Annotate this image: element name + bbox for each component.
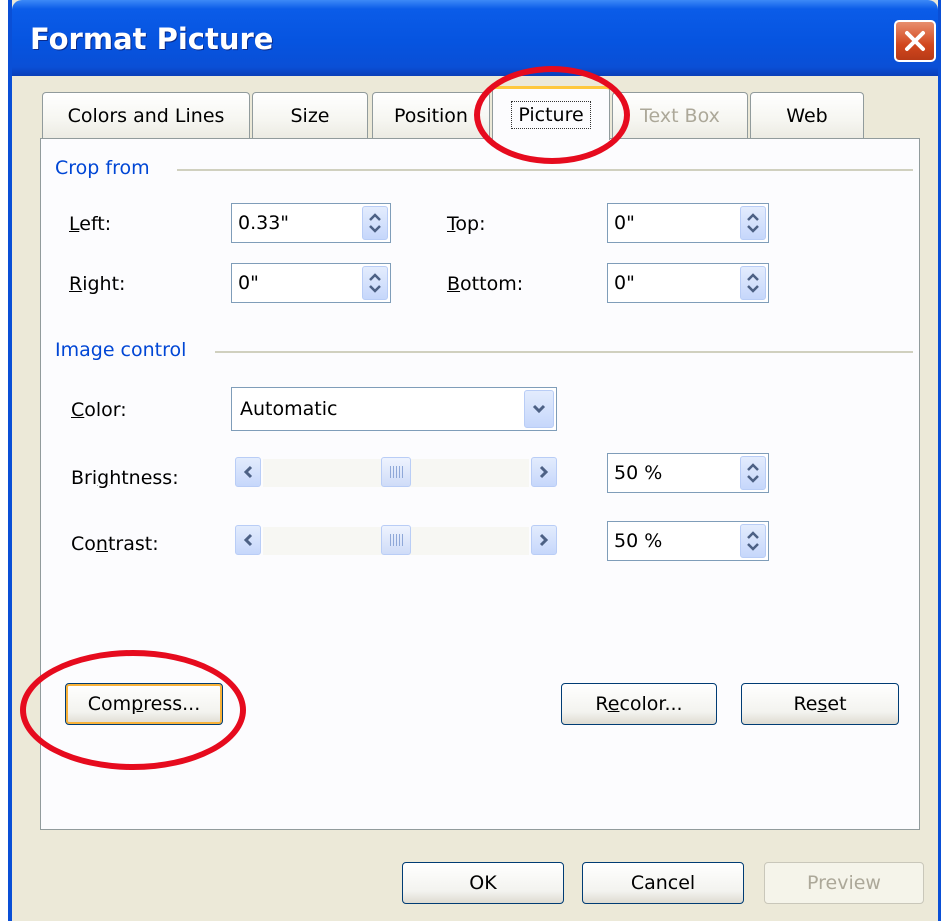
- tab-text-box: Text Box: [612, 92, 748, 138]
- crop-from-group-label: Crop from: [55, 157, 150, 179]
- color-dropdown[interactable]: Automatic: [231, 387, 557, 431]
- crop-top-value: 0": [614, 212, 635, 234]
- crop-left-label: Left:: [69, 213, 112, 235]
- close-icon: [905, 31, 925, 51]
- spin-up-icon: [747, 463, 759, 471]
- crop-right-spinner[interactable]: 0": [231, 263, 391, 303]
- spin-up-icon: [369, 273, 381, 281]
- spin-down-icon: [747, 475, 759, 483]
- spin-down-icon: [747, 285, 759, 293]
- brightness-decrease-button[interactable]: [235, 457, 261, 487]
- color-label: Color:: [71, 399, 127, 421]
- crop-top-spin-arrows[interactable]: [740, 206, 766, 240]
- compress-button[interactable]: Compress...: [65, 683, 223, 725]
- crop-left-value: 0.33": [238, 212, 290, 234]
- brightness-label: Brightness:: [71, 467, 179, 489]
- spin-up-icon: [747, 531, 759, 539]
- chevron-down-icon: [532, 404, 546, 414]
- color-dropdown-button[interactable]: [524, 390, 554, 428]
- crop-right-spin-arrows[interactable]: [362, 266, 388, 300]
- contrast-spinner[interactable]: 50 %: [607, 521, 769, 561]
- crop-right-label: Right:: [69, 273, 126, 295]
- format-picture-dialog: Format Picture Colors and Lines Size Pos…: [8, 0, 941, 921]
- spin-up-icon: [369, 213, 381, 221]
- title-bar[interactable]: Format Picture: [12, 0, 938, 76]
- brightness-spinner[interactable]: 50 %: [607, 453, 769, 493]
- reset-button[interactable]: Reset: [741, 683, 899, 725]
- spin-down-icon: [747, 543, 759, 551]
- crop-top-spinner[interactable]: 0": [607, 203, 769, 243]
- crop-from-divider: [177, 169, 913, 171]
- chevron-left-icon: [243, 465, 253, 479]
- crop-bottom-spin-arrows[interactable]: [740, 266, 766, 300]
- crop-left-spinner[interactable]: 0.33": [231, 203, 391, 243]
- crop-top-label: Top:: [447, 213, 486, 235]
- chevron-right-icon: [539, 465, 549, 479]
- tab-colors-and-lines[interactable]: Colors and Lines: [42, 92, 250, 138]
- crop-bottom-value: 0": [614, 272, 635, 294]
- tab-picture[interactable]: Picture: [492, 86, 610, 140]
- contrast-increase-button[interactable]: [531, 525, 557, 555]
- image-control-divider: [215, 351, 913, 353]
- crop-left-spin-arrows[interactable]: [362, 206, 388, 240]
- brightness-slider[interactable]: [235, 453, 557, 493]
- chevron-right-icon: [539, 533, 549, 547]
- spin-up-icon: [747, 273, 759, 281]
- spin-down-icon: [369, 285, 381, 293]
- cancel-button[interactable]: Cancel: [582, 862, 744, 904]
- tab-web[interactable]: Web: [750, 92, 864, 138]
- recolor-button[interactable]: Recolor...: [561, 683, 717, 725]
- spin-down-icon: [747, 225, 759, 233]
- contrast-decrease-button[interactable]: [235, 525, 261, 555]
- chevron-left-icon: [243, 533, 253, 547]
- brightness-slider-thumb[interactable]: [381, 457, 411, 487]
- contrast-label: Contrast:: [71, 533, 159, 555]
- tab-size[interactable]: Size: [252, 92, 368, 138]
- dialog-title: Format Picture: [30, 22, 274, 56]
- contrast-slider-thumb[interactable]: [381, 525, 411, 555]
- crop-bottom-spinner[interactable]: 0": [607, 263, 769, 303]
- image-control-group-label: Image control: [55, 339, 187, 361]
- brightness-spin-arrows[interactable]: [740, 456, 766, 490]
- crop-right-value: 0": [238, 272, 259, 294]
- tab-position[interactable]: Position: [372, 92, 490, 138]
- spin-up-icon: [747, 213, 759, 221]
- contrast-slider[interactable]: [235, 521, 557, 561]
- color-dropdown-value: Automatic: [240, 398, 338, 420]
- picture-tab-panel: Crop from Left: 0.33" Top: 0" Right: 0": [40, 138, 920, 830]
- ok-button[interactable]: OK: [402, 862, 564, 904]
- contrast-spin-arrows[interactable]: [740, 524, 766, 558]
- brightness-increase-button[interactable]: [531, 457, 557, 487]
- close-button[interactable]: [894, 20, 936, 62]
- brightness-value: 50 %: [614, 462, 663, 484]
- preview-button: Preview: [764, 862, 924, 904]
- crop-bottom-label: Bottom:: [447, 273, 524, 295]
- spin-down-icon: [369, 225, 381, 233]
- contrast-value: 50 %: [614, 530, 663, 552]
